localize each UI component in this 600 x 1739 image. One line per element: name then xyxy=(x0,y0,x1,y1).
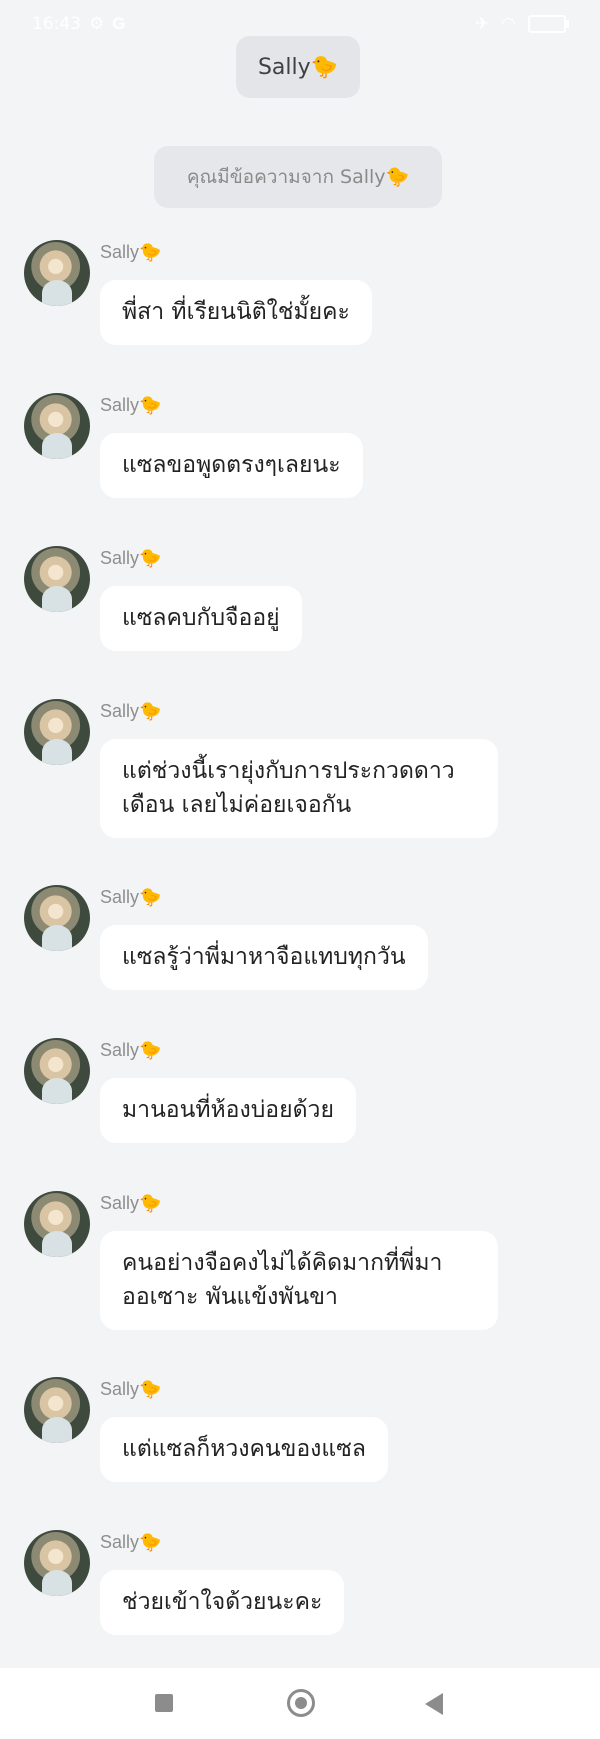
sender-name: Sally🐤 xyxy=(100,1379,162,1399)
chat-title[interactable]: Sally🐤 xyxy=(236,36,360,98)
battery-icon xyxy=(528,15,569,33)
message-bubble[interactable]: พี่สา ที่เรียนนิติใช่มั้ยคะ xyxy=(100,280,372,345)
message-bubble[interactable]: มานอนที่ห้องบ่อยด้วย xyxy=(100,1078,356,1143)
notice-text: คุณมีข้อความจาก Sally🐤 xyxy=(186,166,410,188)
chat-title-label: Sally🐤 xyxy=(257,54,339,80)
message-item: Sally🐤 แซลรู้ว่าพี่มาหาจือแทบทุกวัน xyxy=(0,877,600,1030)
avatar[interactable] xyxy=(24,546,90,612)
message-item: Sally🐤 แซลคบกับจืออยู่ xyxy=(0,538,600,691)
new-message-notice: คุณมีข้อความจาก Sally🐤 xyxy=(154,146,442,208)
message-item: Sally🐤 แซลขอพูดตรงๆเลยนะ xyxy=(0,385,600,538)
wifi-icon: ◠ xyxy=(501,14,516,34)
message-bubble[interactable]: แซลขอพูดตรงๆเลยนะ xyxy=(100,433,363,498)
avatar[interactable] xyxy=(24,1038,90,1104)
sender-name: Sally🐤 xyxy=(100,887,162,907)
message-item: Sally🐤 ช่วยเข้าใจด้วยนะคะ xyxy=(0,1522,600,1675)
navigation-bar xyxy=(0,1668,600,1739)
sender-name: Sally🐤 xyxy=(100,395,162,415)
avatar[interactable] xyxy=(24,240,90,306)
back-icon[interactable] xyxy=(425,1693,443,1715)
avatar[interactable] xyxy=(24,1530,90,1596)
recent-apps-icon[interactable] xyxy=(155,1694,173,1712)
message-item: Sally🐤 พี่สา ที่เรียนนิติใช่มั้ยคะ xyxy=(0,232,600,385)
message-item: Sally🐤 แต่ช่วงนี้เรายุ่งกับการประกวดดาวเ… xyxy=(0,691,600,877)
message-bubble[interactable]: แต่แซลก็หวงคนของแซล xyxy=(100,1417,388,1482)
message-item: Sally🐤 แต่แซลก็หวงคนของแซล xyxy=(0,1369,600,1522)
avatar[interactable] xyxy=(24,1377,90,1443)
status-time: 16:43 xyxy=(32,14,81,34)
message-bubble[interactable]: คนอย่างจือคงไม่ได้คิดมากที่พี่มาออเซาะ พ… xyxy=(100,1231,498,1330)
message-bubble[interactable]: แซลคบกับจืออยู่ xyxy=(100,586,302,651)
sender-name: Sally🐤 xyxy=(100,242,162,262)
sender-name: Sally🐤 xyxy=(100,1532,162,1552)
avatar[interactable] xyxy=(24,393,90,459)
sender-name: Sally🐤 xyxy=(100,548,162,568)
message-item: Sally🐤 มานอนที่ห้องบ่อยด้วย xyxy=(0,1030,600,1183)
airplane-icon: ✈ xyxy=(474,14,490,34)
google-icon: G xyxy=(112,14,126,33)
notification-icon: ⚙ xyxy=(89,14,105,34)
sender-name: Sally🐤 xyxy=(100,701,162,721)
message-bubble[interactable]: ช่วยเข้าใจด้วยนะคะ xyxy=(100,1570,345,1635)
sender-name: Sally🐤 xyxy=(100,1040,162,1060)
sender-name: Sally🐤 xyxy=(100,1193,162,1213)
avatar[interactable] xyxy=(24,699,90,765)
message-item: Sally🐤 คนอย่างจือคงไม่ได้คิดมากที่พี่มาอ… xyxy=(0,1183,600,1369)
home-icon[interactable] xyxy=(287,1689,315,1717)
message-bubble[interactable]: แต่ช่วงนี้เรายุ่งกับการประกวดดาวเดือน เล… xyxy=(100,739,498,838)
message-list: Sally🐤 พี่สา ที่เรียนนิติใช่มั้ยคะ Sally… xyxy=(0,232,600,1675)
avatar[interactable] xyxy=(24,1191,90,1257)
message-bubble[interactable]: แซลรู้ว่าพี่มาหาจือแทบทุกวัน xyxy=(100,925,428,990)
avatar[interactable] xyxy=(24,885,90,951)
